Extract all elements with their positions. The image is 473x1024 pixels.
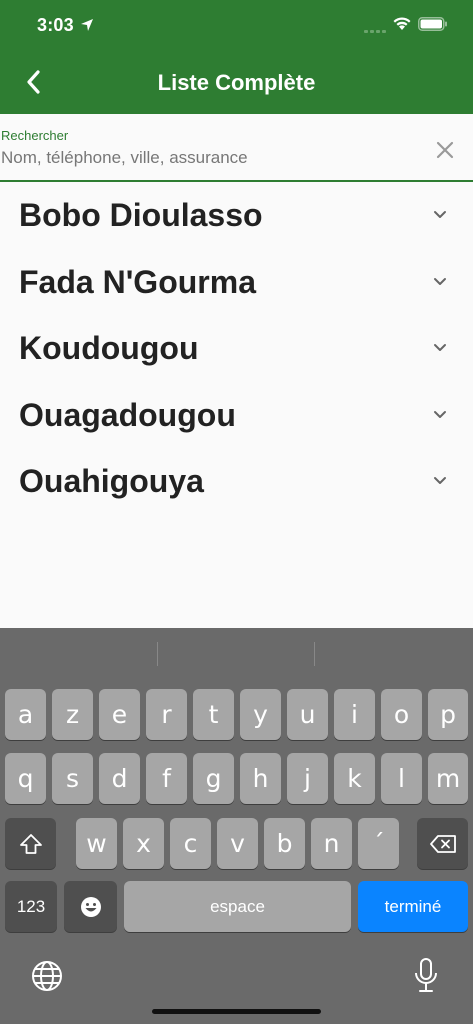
home-indicator xyxy=(152,1009,321,1014)
page-title: Liste Complète xyxy=(157,70,316,95)
chevron-down-icon xyxy=(434,211,446,218)
chevron-down-icon xyxy=(434,344,446,351)
key-y[interactable]: y xyxy=(240,689,281,740)
city-name: Ouagadougou xyxy=(19,396,236,433)
key-q[interactable]: q xyxy=(5,753,46,804)
navigation-bar: Liste Complète xyxy=(0,52,473,114)
keyboard: a z e r t y u i o p q s d f g h j k l m … xyxy=(0,628,473,1024)
city-list: Bobo Dioulasso Fada N'Gourma Koudougou O… xyxy=(0,182,473,515)
key-z[interactable]: z xyxy=(52,689,93,740)
key-x[interactable]: x xyxy=(123,818,164,869)
prediction-bar[interactable] xyxy=(0,628,473,682)
chevron-down-icon xyxy=(434,410,446,418)
key-v[interactable]: v xyxy=(217,818,258,869)
key-u[interactable]: u xyxy=(287,689,328,740)
key-a[interactable]: a xyxy=(5,689,46,740)
search-field: Rechercher xyxy=(0,114,473,182)
key-c[interactable]: c xyxy=(170,818,211,869)
shift-icon xyxy=(19,833,42,854)
city-name: Koudougou xyxy=(19,330,199,366)
status-time: 3:03 xyxy=(37,15,74,35)
key-p[interactable]: p xyxy=(428,689,468,740)
city-item-bobo-dioulasso[interactable]: Bobo Dioulasso xyxy=(0,182,473,249)
key-s[interactable]: s xyxy=(52,753,93,804)
city-name: Bobo Dioulasso xyxy=(19,197,263,233)
done-key[interactable]: terminé xyxy=(358,881,468,932)
search-input[interactable] xyxy=(1,147,421,169)
key-i[interactable]: i xyxy=(334,689,375,740)
city-item-ouahigouya[interactable]: Ouahigouya xyxy=(0,448,473,515)
clear-icon[interactable] xyxy=(433,138,457,162)
globe-icon[interactable] xyxy=(31,960,63,992)
key-m[interactable]: m xyxy=(428,753,468,804)
space-key[interactable]: espace xyxy=(124,881,351,932)
chevron-down-icon xyxy=(434,477,446,484)
key-b[interactable]: b xyxy=(264,818,305,869)
key-e[interactable]: e xyxy=(99,689,140,740)
key-o[interactable]: o xyxy=(381,689,422,740)
key-l[interactable]: l xyxy=(381,753,422,804)
backspace-icon xyxy=(429,834,456,853)
chevron-down-icon xyxy=(434,277,446,285)
status-bar: 3:03 xyxy=(0,0,473,52)
search-label: Rechercher xyxy=(1,128,69,143)
app-header: 3:03 Liste Complète xyxy=(0,0,473,114)
cellular-signal-icon xyxy=(364,30,386,33)
emoji-key[interactable] xyxy=(64,881,117,932)
microphone-icon[interactable] xyxy=(414,958,438,994)
key-d[interactable]: d xyxy=(99,753,140,804)
backspace-key[interactable] xyxy=(417,818,468,869)
key-g[interactable]: g xyxy=(193,753,234,804)
key-f[interactable]: f xyxy=(146,753,187,804)
city-name: Ouahigouya xyxy=(19,463,204,499)
location-arrow-icon xyxy=(81,19,93,31)
battery-icon xyxy=(418,17,447,31)
numbers-key[interactable]: 123 xyxy=(5,881,57,932)
city-name: Fada N'Gourma xyxy=(19,263,256,300)
key-j[interactable]: j xyxy=(287,753,328,804)
emoji-icon xyxy=(80,896,101,917)
prediction-divider xyxy=(314,642,315,666)
wifi-icon xyxy=(393,17,411,30)
city-item-fada-ngourma[interactable]: Fada N'Gourma xyxy=(0,249,473,316)
key-k[interactable]: k xyxy=(334,753,375,804)
key-n[interactable]: n xyxy=(311,818,352,869)
key-w[interactable]: w xyxy=(76,818,117,869)
city-item-ouagadougou[interactable]: Ouagadougou xyxy=(0,382,473,449)
key-acute-accent[interactable]: ´ xyxy=(358,818,399,869)
key-h[interactable]: h xyxy=(240,753,281,804)
key-t[interactable]: t xyxy=(193,689,234,740)
city-item-koudougou[interactable]: Koudougou xyxy=(0,315,473,382)
shift-key[interactable] xyxy=(5,818,56,869)
key-r[interactable]: r xyxy=(146,689,187,740)
prediction-divider xyxy=(157,642,158,666)
